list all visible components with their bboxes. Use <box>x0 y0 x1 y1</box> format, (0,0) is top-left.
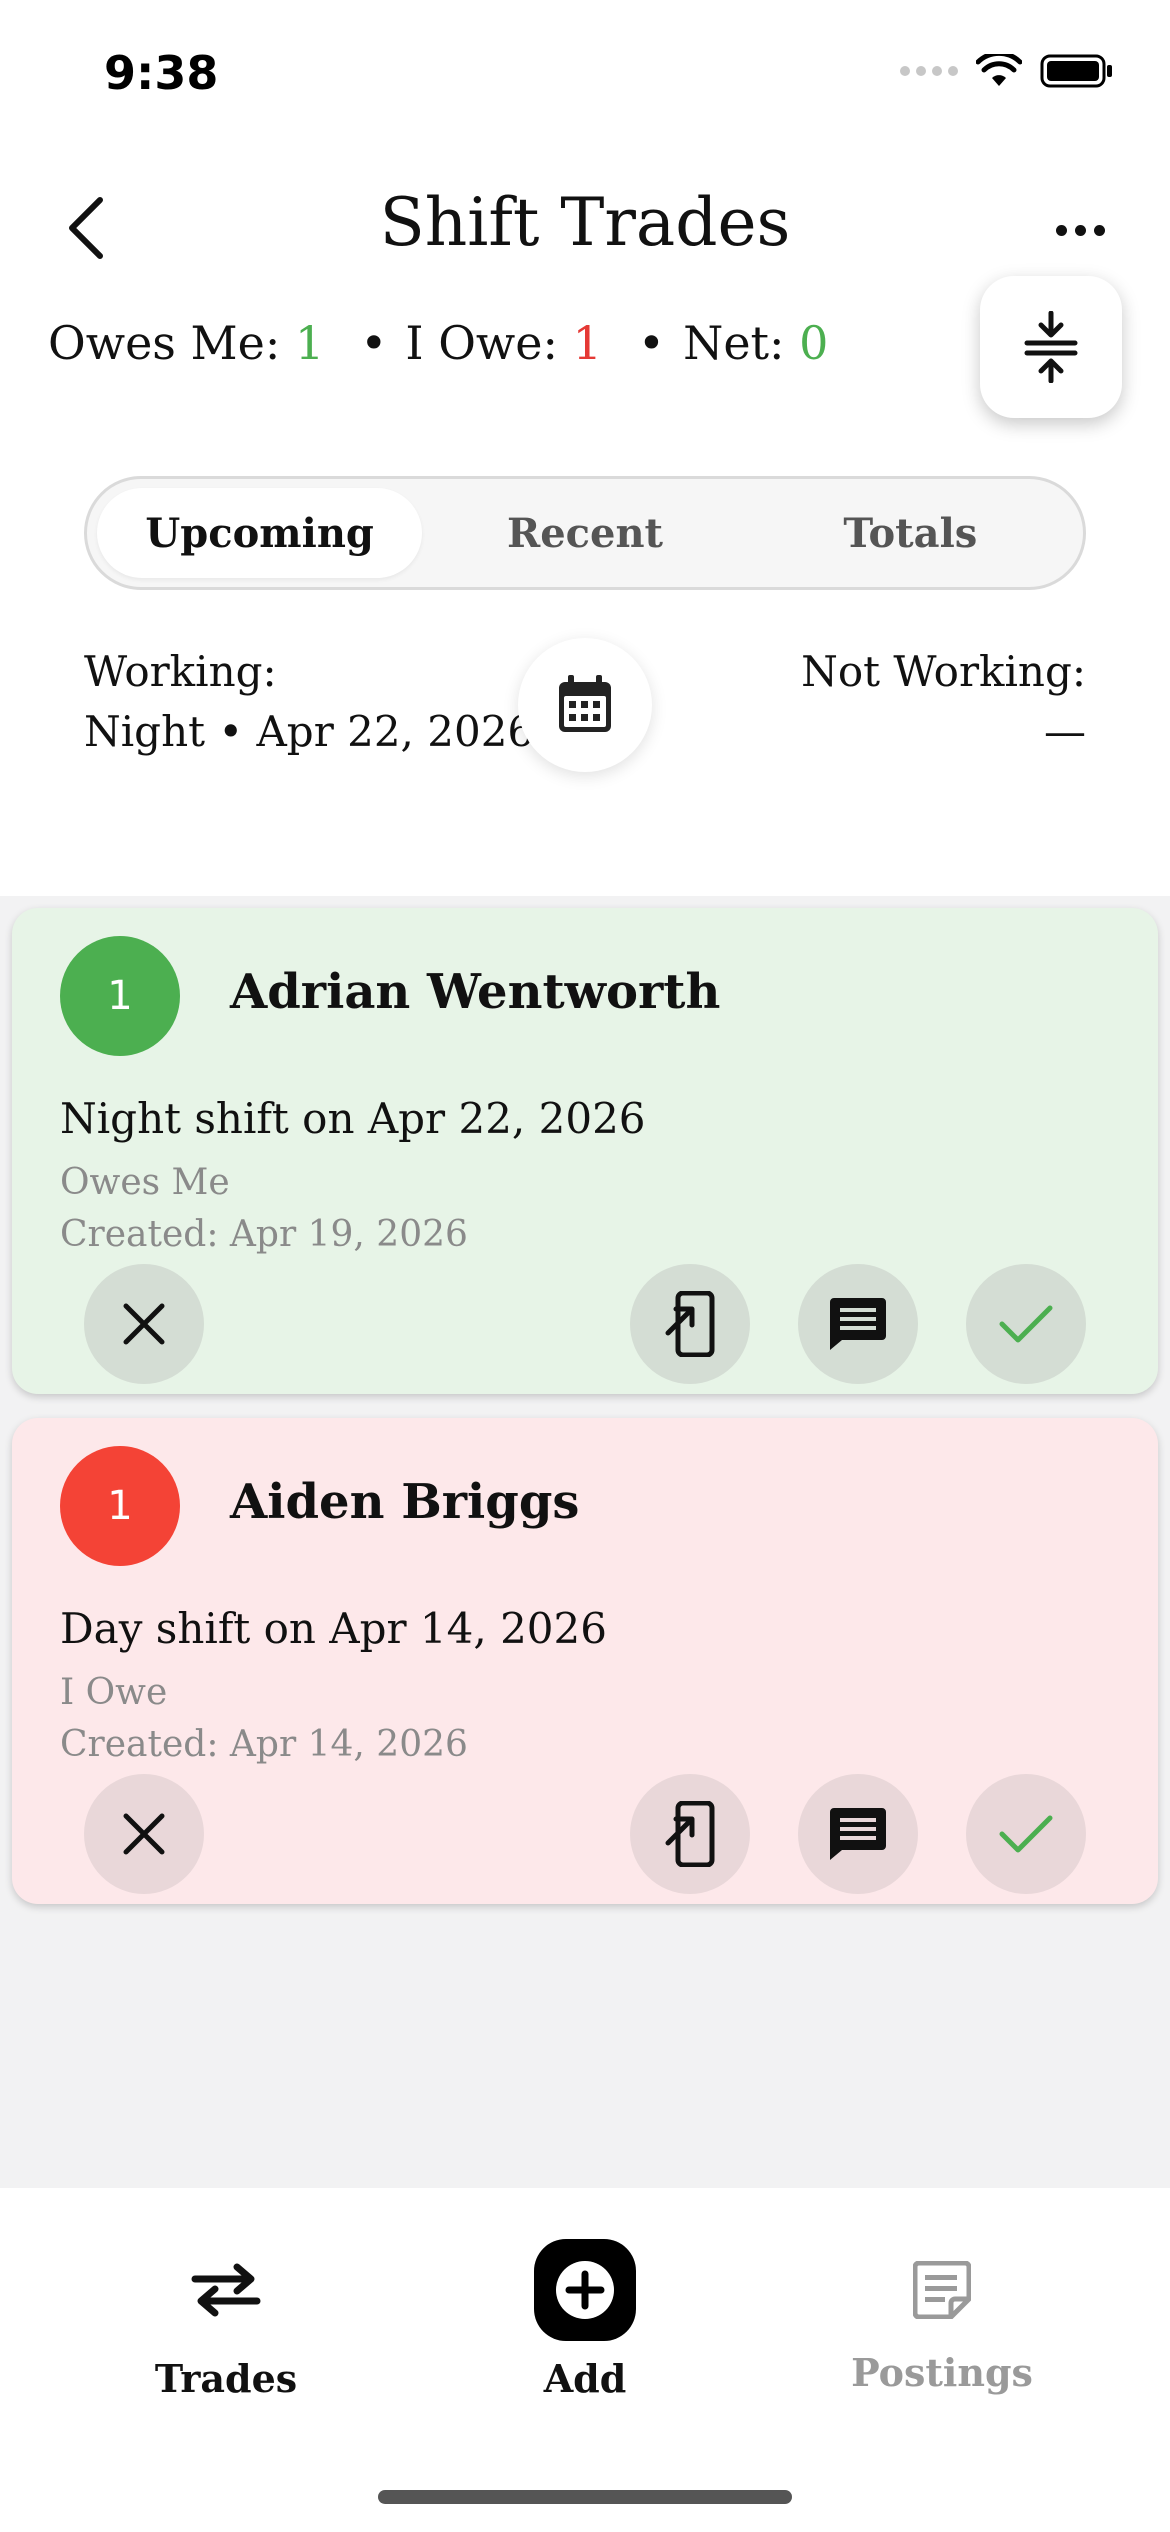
tab-trades-label: Trades <box>154 2356 298 2401</box>
note-icon <box>913 2261 971 2319</box>
reject-button[interactable] <box>84 1264 204 1384</box>
summary-separator: • <box>360 316 388 370</box>
tab-add[interactable]: Add <box>455 2239 715 2401</box>
trade-created-date: Created: Apr 14, 2026 <box>60 1724 468 1765</box>
close-icon <box>123 1303 165 1345</box>
cellular-signal-icon <box>900 66 958 76</box>
net-label: Net: <box>683 316 785 370</box>
status-time: 9:38 <box>104 46 219 100</box>
home-indicator <box>378 2490 792 2504</box>
close-icon <box>123 1813 165 1855</box>
tab-totals[interactable]: Totals <box>748 488 1073 578</box>
plus-circle-icon <box>556 2261 614 2319</box>
battery-icon <box>1040 54 1112 88</box>
working-label: Working: <box>84 647 277 696</box>
not-working-label: Not Working: <box>801 647 1086 696</box>
tab-postings[interactable]: Postings <box>812 2240 1072 2395</box>
check-icon <box>999 1815 1053 1853</box>
tab-add-label: Add <box>543 2356 627 2401</box>
reject-button[interactable] <box>84 1774 204 1894</box>
tab-postings-label: Postings <box>851 2350 1033 2395</box>
not-working-info: Not Working: — <box>801 642 1086 762</box>
page-title: Shift Trades <box>379 184 791 261</box>
working-info: Working: Night • Apr 22, 2026 <box>84 642 534 762</box>
summary-separator: • <box>637 316 666 370</box>
trade-shift-description: Night shift on Apr 22, 2026 <box>60 1094 646 1143</box>
status-icons <box>900 54 1114 88</box>
wifi-icon <box>976 54 1022 86</box>
trade-list: 1 Adrian Wentworth Night shift on Apr 22… <box>0 896 1170 2188</box>
owes-me-value: 1 <box>294 316 325 370</box>
trade-type: Owes Me <box>60 1162 230 1203</box>
trade-count-badge: 1 <box>60 936 180 1056</box>
calendar-button[interactable] <box>518 638 652 772</box>
trade-shift-description: Day shift on Apr 14, 2026 <box>60 1604 607 1653</box>
view-segmented-control: Upcoming Recent Totals <box>84 476 1086 590</box>
trade-created-date: Created: Apr 19, 2026 <box>60 1214 468 1255</box>
trade-card[interactable]: 1 Aiden Briggs Day shift on Apr 14, 2026… <box>12 1418 1158 1904</box>
trade-type: I Owe <box>60 1672 168 1713</box>
trade-count-badge: 1 <box>60 1446 180 1566</box>
device-transfer-icon <box>665 1801 715 1867</box>
trade-card[interactable]: 1 Adrian Wentworth Night shift on Apr 22… <box>12 908 1158 1394</box>
net-value: 0 <box>799 316 829 370</box>
device-transfer-icon <box>665 1291 715 1357</box>
swap-arrows-icon <box>191 2263 261 2317</box>
transfer-button[interactable] <box>630 1774 750 1894</box>
tab-recent[interactable]: Recent <box>422 488 747 578</box>
compress-vertical-icon <box>1024 311 1078 383</box>
owes-me-label: Owes Me: <box>48 316 281 370</box>
accept-button[interactable] <box>966 1774 1086 1894</box>
add-button-background <box>534 2239 636 2341</box>
tab-trades[interactable]: Trades <box>96 2240 356 2401</box>
transfer-button[interactable] <box>630 1264 750 1384</box>
more-options-button[interactable] <box>1040 200 1120 260</box>
i-owe-label: I Owe: <box>405 316 559 370</box>
trade-person-name: Aiden Briggs <box>230 1474 580 1530</box>
tab-upcoming[interactable]: Upcoming <box>97 488 423 578</box>
message-button[interactable] <box>798 1774 918 1894</box>
more-horizontal-icon <box>1055 224 1067 236</box>
message-icon <box>830 1298 886 1350</box>
check-icon <box>999 1305 1053 1343</box>
balance-summary: Owes Me: 1 • I Owe: 1 • Net: 0 <box>48 316 828 370</box>
i-owe-value: 1 <box>572 316 602 370</box>
message-icon <box>830 1808 886 1860</box>
status-bar: 9:38 <box>0 0 1170 140</box>
bottom-tab-bar: Trades Add Postings <box>0 2188 1170 2532</box>
navigation-bar: Shift Trades <box>0 160 1170 290</box>
not-working-value: — <box>1044 707 1086 756</box>
compact-view-button[interactable] <box>980 276 1122 418</box>
accept-button[interactable] <box>966 1264 1086 1384</box>
message-button[interactable] <box>798 1264 918 1384</box>
calendar-icon <box>559 675 611 732</box>
trade-person-name: Adrian Wentworth <box>230 964 721 1020</box>
working-value: Night • Apr 22, 2026 <box>84 707 535 756</box>
